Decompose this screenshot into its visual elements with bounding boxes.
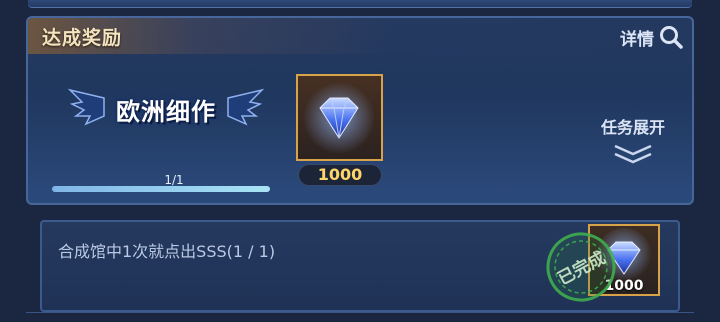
progress-fill [52,186,270,192]
expand-tasks-button[interactable]: 任务展开 [590,114,676,166]
previous-panel-edge [28,0,692,8]
details-button[interactable]: 详情 [620,24,684,50]
achievement-reward-panel: 达成奖励 详情 欧洲细作 1/1 1000 任务展开 [26,16,694,205]
reward-item-slot[interactable] [296,74,383,161]
magnifier-icon [660,26,683,49]
expand-label: 任务展开 [600,118,665,137]
reward-quantity: 1000 [298,164,382,186]
details-label: 详情 [620,29,654,50]
blue-diamond-icon [303,82,375,154]
panel-header: 达成奖励 详情 [28,18,692,54]
next-panel-edge [26,312,694,322]
task-row: 合成馆中1次就点出SSS(1 / 1) 1000 已完成 [40,220,680,312]
task-description: 合成馆中1次就点出SSS(1 / 1) [58,242,276,261]
achievement-emblem: 欧洲细作 [68,86,264,130]
emblem-title: 欧洲细作 [116,97,216,126]
progress-text: 1/1 [164,173,184,187]
chevron-down-icon [614,144,652,164]
progress-bar [52,186,270,192]
completed-stamp-icon: 已完成 [546,232,616,302]
panel-title: 达成奖励 [42,27,123,49]
